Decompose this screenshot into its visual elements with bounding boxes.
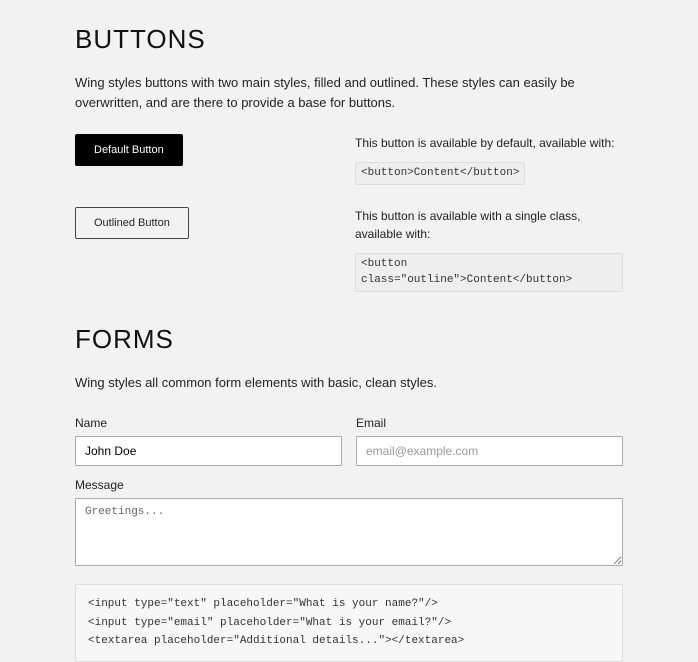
forms-section: FORMS Wing styles all common form elemen…	[75, 320, 623, 662]
email-label: Email	[356, 414, 623, 432]
message-label: Message	[75, 476, 623, 494]
form-row-name-email: Name Email	[75, 414, 623, 466]
message-field-wrapper: Message Greetings...	[75, 476, 623, 566]
email-field-wrapper: Email	[356, 414, 623, 466]
outlined-button-row: Outlined Button This button is available…	[75, 207, 623, 292]
message-textarea[interactable]: Greetings...	[75, 498, 623, 566]
name-label: Name	[75, 414, 342, 432]
default-button[interactable]: Default Button	[75, 134, 183, 166]
forms-code-block: <input type="text" placeholder="What is …	[75, 584, 623, 662]
name-input[interactable]	[75, 436, 342, 466]
forms-heading: FORMS	[75, 320, 623, 359]
default-button-row: Default Button This button is available …	[75, 134, 623, 185]
outlined-button-code: <button class="outline">Content</button>	[355, 253, 623, 292]
outlined-button[interactable]: Outlined Button	[75, 207, 189, 239]
default-button-code: <button>Content</button>	[355, 162, 525, 185]
forms-intro: Wing styles all common form elements wit…	[75, 373, 623, 393]
name-field-wrapper: Name	[75, 414, 342, 466]
default-button-desc: This button is available by default, ava…	[355, 134, 623, 152]
buttons-section: BUTTONS Wing styles buttons with two mai…	[75, 20, 623, 292]
email-input[interactable]	[356, 436, 623, 466]
outlined-button-desc: This button is available with a single c…	[355, 207, 623, 243]
buttons-intro: Wing styles buttons with two main styles…	[75, 73, 623, 112]
buttons-heading: BUTTONS	[75, 20, 623, 59]
